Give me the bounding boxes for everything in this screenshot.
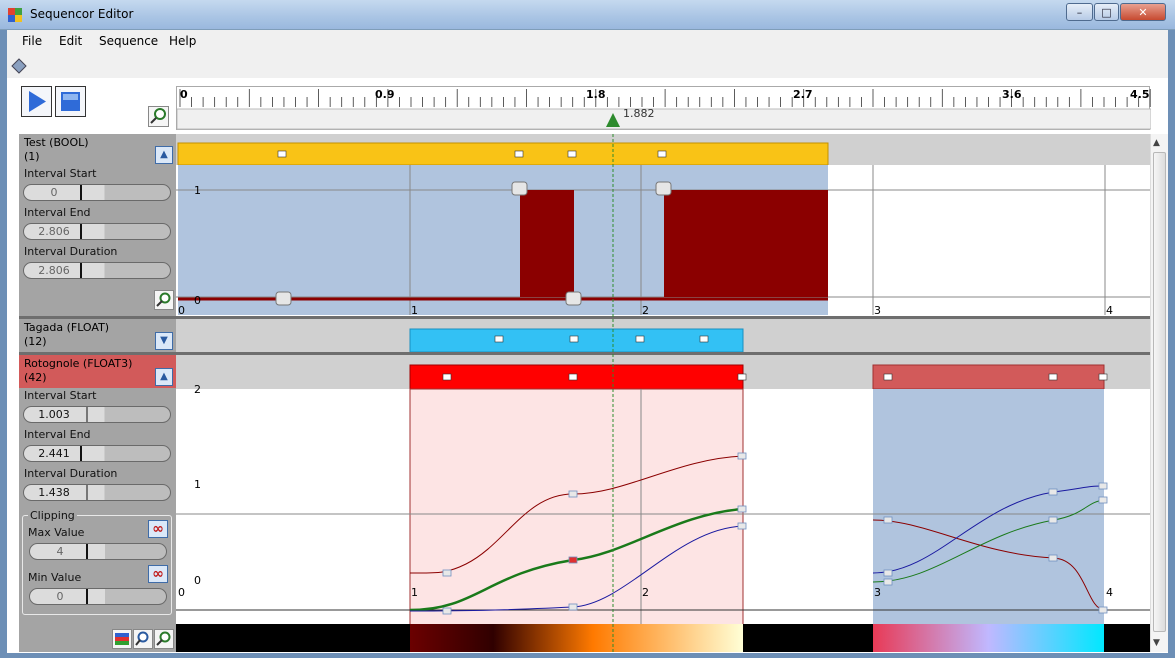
window-title: Sequencor Editor (30, 7, 134, 21)
ruler-label-0-9: 0.9 (375, 88, 395, 101)
interval-end-label: Interval End (24, 428, 91, 441)
collapse-rotognole-button[interactable]: ▲ (155, 368, 173, 386)
track-header-tagada[interactable]: Tagada (FLOAT) (12) (19, 319, 176, 352)
menu-help[interactable]: Help (169, 34, 196, 48)
rot-axis-x-4: 4 (1106, 586, 1113, 599)
zoom-reset-icon[interactable] (148, 106, 169, 127)
color-gradient-strip (410, 624, 743, 652)
interval-duration-spinner[interactable]: 1.438 (23, 484, 171, 501)
maximize-button[interactable]: □ (1094, 3, 1119, 21)
bool-true-segment (664, 190, 828, 297)
interval-duration-label: Interval Duration (24, 245, 118, 258)
rot-axis-x-3: 3 (874, 586, 881, 599)
track-name-rotognole: Rotognole (FLOAT3) (24, 357, 133, 370)
scroll-up-icon[interactable]: ▲ (1153, 138, 1160, 148)
gradient-icon[interactable] (112, 629, 132, 649)
interval-start-spinner[interactable]: 1.003 (23, 406, 171, 423)
interval-duration-label: Interval Duration (24, 467, 118, 480)
track-count-tagada: (12) (24, 335, 47, 348)
minimize-button[interactable]: – (1066, 3, 1093, 21)
track-count-test: (1) (24, 150, 40, 163)
menu-edit[interactable]: Edit (59, 34, 82, 48)
scroll-thumb[interactable] (1153, 152, 1166, 632)
keyframe-marker (514, 150, 524, 158)
collapse-test-button[interactable]: ▲ (155, 146, 173, 164)
track-name-test: Test (BOOL) (24, 136, 89, 149)
bool-true-segment (520, 190, 574, 297)
title-bar: Sequencor Editor – □ ✕ (0, 0, 1175, 30)
rot-axis-y-1: 1 (194, 478, 201, 491)
max-infinity-toggle[interactable]: ∞ (148, 520, 168, 538)
scroll-down-icon[interactable]: ▼ (1153, 638, 1160, 648)
interval-end-spinner[interactable]: 2.806 (23, 223, 171, 240)
interval-start-label: Interval Start (24, 389, 97, 402)
max-value-spinner[interactable]: 4 (29, 543, 167, 560)
interval-end-spinner[interactable]: 2.441 (23, 445, 171, 462)
interval-start-label: Interval Start (24, 167, 97, 180)
timeline-canvas[interactable] (176, 134, 1150, 652)
track-count-rotognole: (42) (24, 371, 47, 384)
track-header-rotognole[interactable]: Rotognole (FLOAT3) (42) (19, 355, 176, 388)
keyframe-marker (657, 150, 667, 158)
ruler-label-0: 0 (180, 88, 188, 101)
toolstrip (7, 52, 1168, 78)
test-axis-x-3: 3 (874, 304, 881, 317)
test-axis-x-4: 4 (1106, 304, 1113, 317)
fit-zoom-icon[interactable] (133, 629, 153, 649)
clipping-label: Clipping (28, 509, 77, 522)
track-properties-panel: Test (BOOL) (1) ▲ Interval Start 0 Inter… (19, 134, 176, 652)
ruler-label-1-8: 1.8 (586, 88, 606, 101)
ruler-label-3-6: 3.6 (1002, 88, 1022, 101)
menu-bar: File Edit Sequence Help (7, 30, 1168, 52)
ruler-label-4-5: 4.5 (1130, 88, 1150, 101)
rot-axis-y-2: 2 (194, 383, 201, 396)
min-value-label: Min Value (28, 571, 82, 584)
play-button[interactable] (21, 86, 52, 117)
test-axis-x-0: 0 (178, 304, 185, 317)
keyframe-marker (567, 150, 577, 158)
test-axis-x-2: 2 (642, 304, 649, 317)
test-axis-y-0: 0 (194, 294, 201, 307)
max-value-label: Max Value (28, 526, 85, 539)
test-interval-bar (177, 142, 829, 166)
client-area: File Edit Sequence Help 0 0.9 1.8 2.7 3.… (7, 30, 1168, 653)
rot-axis-x-0: 0 (178, 586, 185, 599)
rotognole-interval-region (873, 389, 1104, 651)
rot-axis-y-0: 0 (194, 574, 201, 587)
interval-start-spinner[interactable]: 0 (23, 184, 171, 201)
interval-duration-spinner[interactable]: 2.806 (23, 262, 171, 279)
vertical-scrollbar[interactable]: ▲ ▼ (1150, 134, 1168, 652)
zoom-icon[interactable] (154, 290, 174, 310)
menu-file[interactable]: File (22, 34, 42, 48)
menu-sequence[interactable]: Sequence (99, 34, 158, 48)
expand-tagada-button[interactable]: ▼ (155, 332, 173, 350)
timeline-ruler[interactable]: 0 0.9 1.8 2.7 3.6 4.5 1.882 (176, 86, 1151, 130)
min-value-spinner[interactable]: 0 (29, 588, 167, 605)
rotognole-interval-bar-2 (872, 364, 1105, 390)
test-axis-y-1: 1 (194, 184, 201, 197)
test-axis-x-1: 1 (411, 304, 418, 317)
diamond-icon[interactable] (11, 58, 27, 74)
color-gradient-strip-2 (873, 624, 1104, 652)
track-name-tagada: Tagada (FLOAT) (24, 321, 110, 334)
playhead-value: 1.882 (623, 107, 655, 120)
interval-end-label: Interval End (24, 206, 91, 219)
close-button[interactable]: ✕ (1120, 3, 1166, 21)
ruler-label-2-7: 2.7 (793, 88, 813, 101)
app-icon (8, 8, 22, 22)
min-infinity-toggle[interactable]: ∞ (148, 565, 168, 583)
stop-button[interactable] (55, 86, 86, 117)
rot-axis-x-2: 2 (642, 586, 649, 599)
zoom-icon[interactable] (154, 629, 174, 649)
keyframe-marker (277, 150, 287, 158)
rot-axis-x-1: 1 (411, 586, 418, 599)
